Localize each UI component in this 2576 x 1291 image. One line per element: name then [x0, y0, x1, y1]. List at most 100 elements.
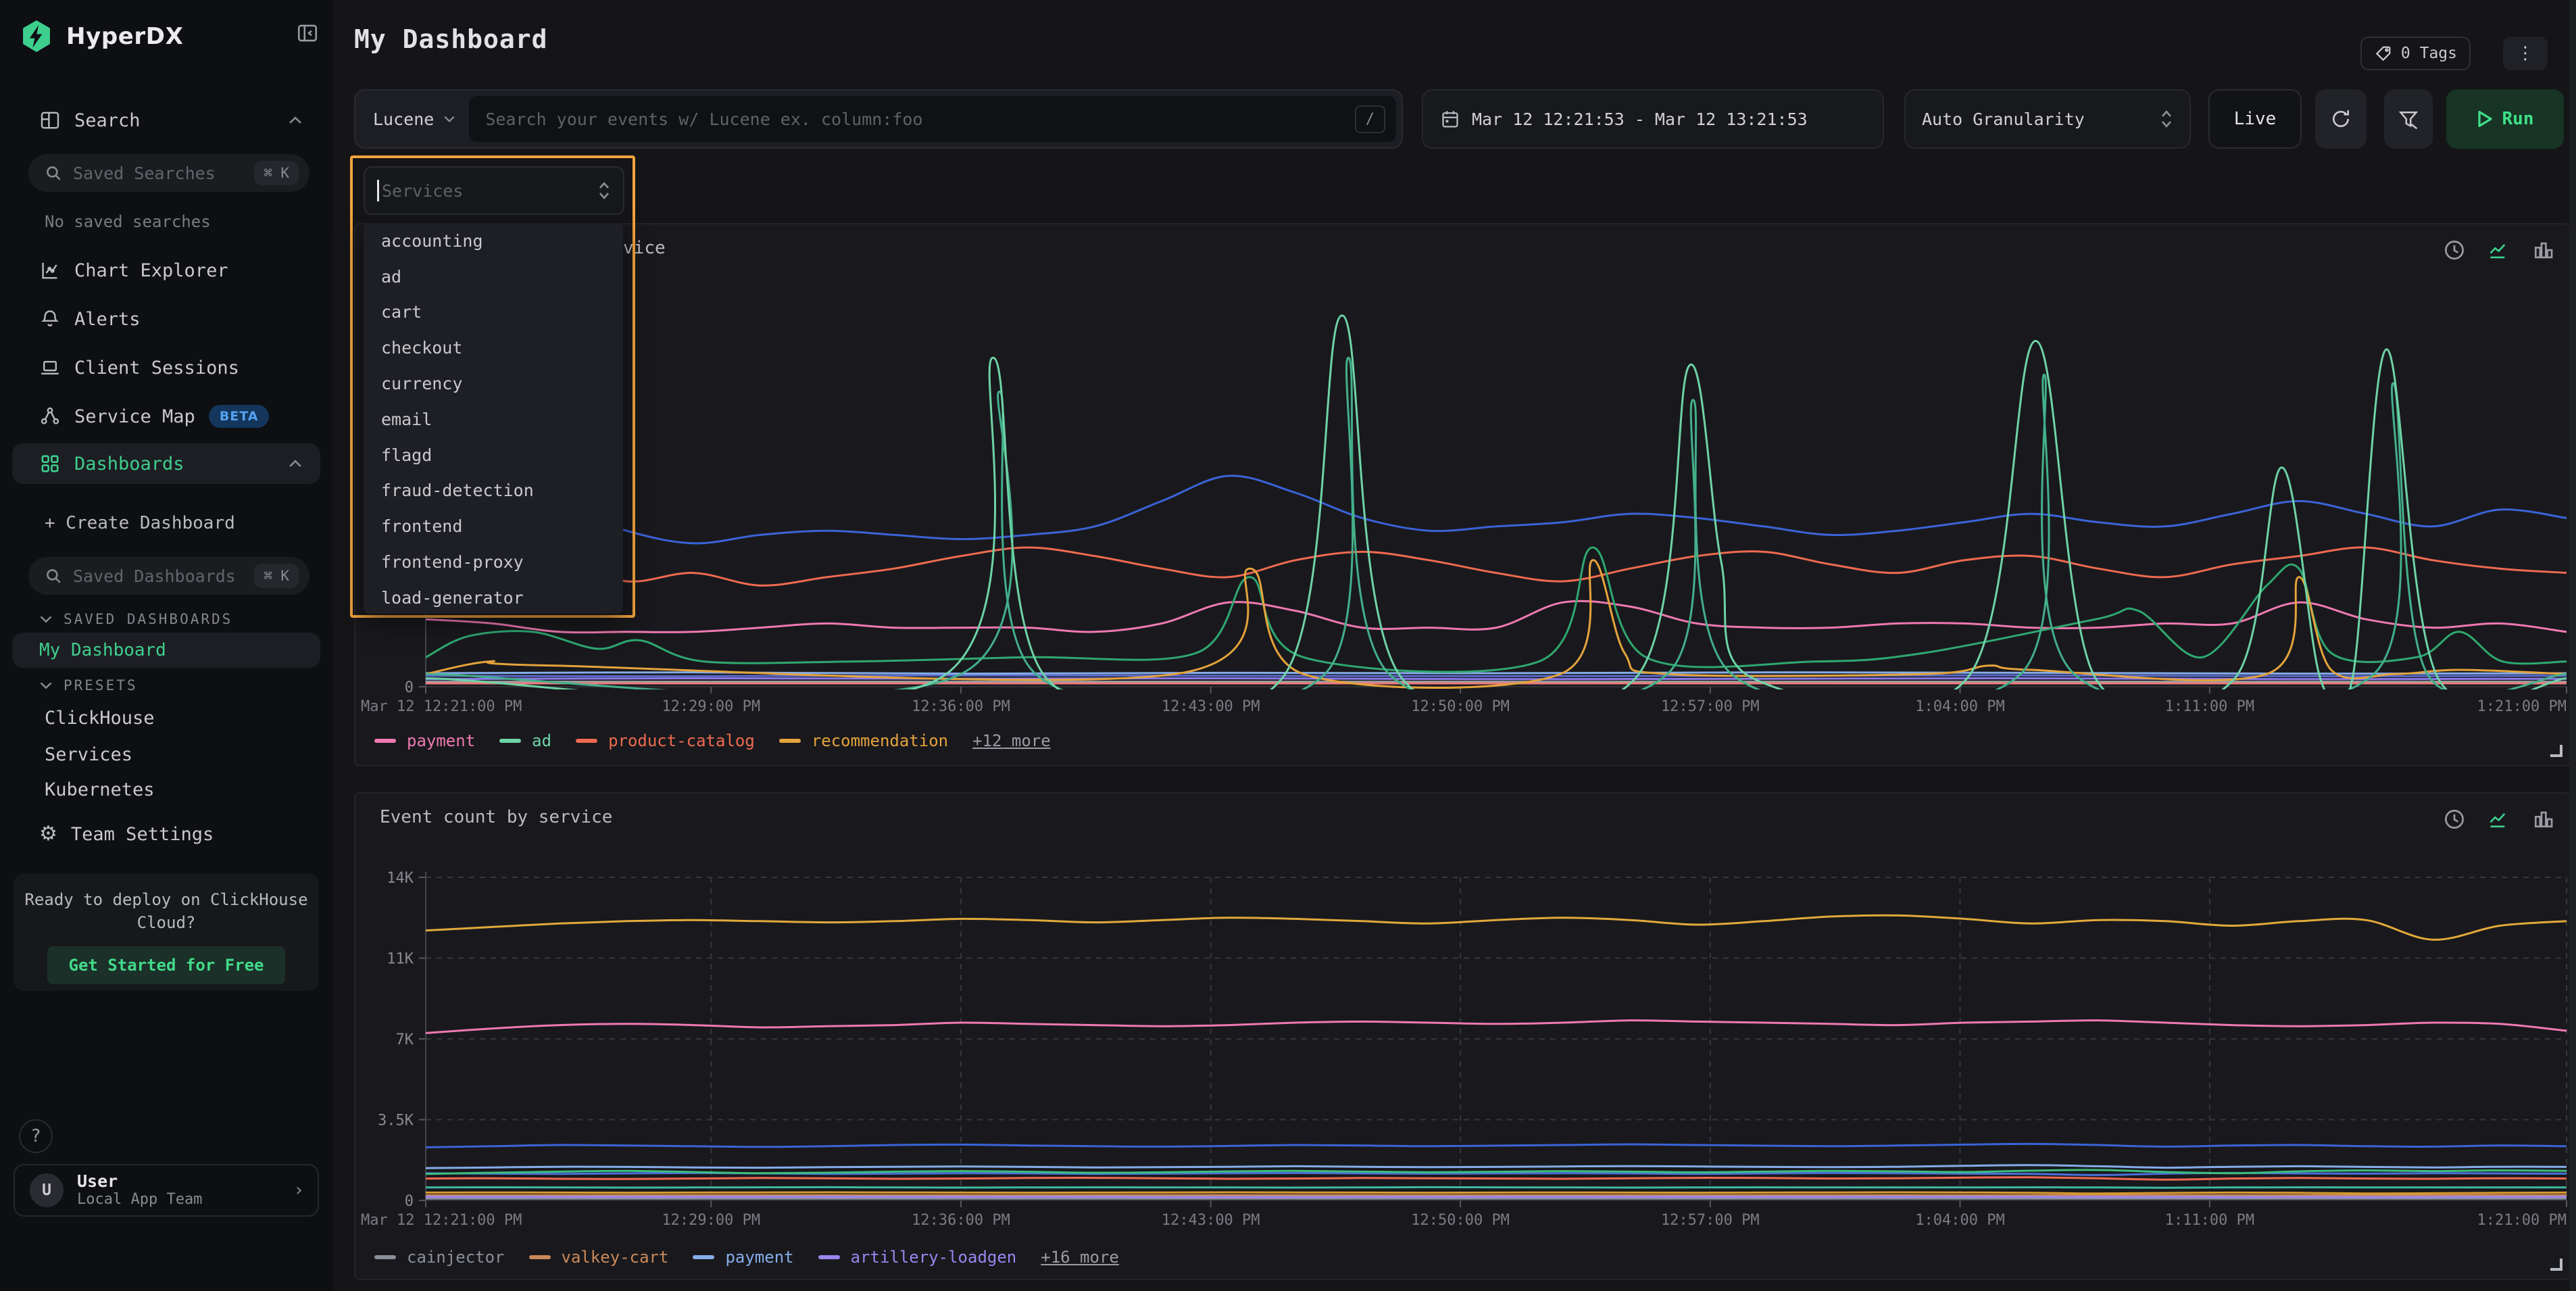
- svg-text:Mar 12 12:21:00 PM: Mar 12 12:21:00 PM: [361, 1212, 522, 1229]
- create-dashboard-button[interactable]: + Create Dashboard: [0, 503, 332, 543]
- granularity-select[interactable]: Auto Granularity: [1904, 89, 2191, 149]
- search-input-wrap: /: [469, 96, 1396, 142]
- sidebar-item-label: Service Map: [74, 406, 195, 427]
- svg-text:3.5K: 3.5K: [378, 1113, 414, 1129]
- service-option[interactable]: cart: [364, 295, 623, 331]
- svg-text:12:57:00 PM: 12:57:00 PM: [1661, 698, 1760, 715]
- bar-chart-icon-button[interactable]: [2531, 806, 2558, 833]
- resize-handle[interactable]: [2550, 745, 2562, 757]
- legend-more-link[interactable]: +16 more: [1041, 1248, 1119, 1267]
- date-range-picker[interactable]: Mar 12 12:21:53 - Mar 12 13:21:53: [1422, 89, 1884, 149]
- calendar-icon: [1441, 109, 1460, 129]
- sidebar-item-alerts[interactable]: Alerts: [0, 299, 332, 339]
- legend-item[interactable]: recommendation: [779, 731, 948, 750]
- query-language-select[interactable]: Lucene: [355, 109, 469, 129]
- chevron-up-icon: [288, 459, 303, 468]
- logo-row: HyperDX: [19, 18, 183, 55]
- chevron-right-icon: ›: [293, 1180, 304, 1200]
- legend-item[interactable]: payment: [374, 731, 475, 750]
- service-option[interactable]: fraud-detection: [364, 473, 623, 509]
- sidebar-item-search[interactable]: Search: [0, 100, 332, 141]
- section-title: PRESETS: [64, 677, 138, 693]
- service-option[interactable]: load-generator: [364, 580, 623, 614]
- section-presets[interactable]: PRESETS: [39, 677, 138, 693]
- legend-label: product-catalog: [608, 731, 755, 750]
- select-updown-icon: [2160, 108, 2173, 130]
- line-chart-icon-button[interactable]: [2487, 806, 2514, 833]
- search-input[interactable]: [469, 109, 1354, 129]
- laptop-icon: [39, 357, 61, 379]
- sidebar-item-team-settings[interactable]: ⚙ Team Settings: [0, 814, 332, 854]
- event-search-bar: Lucene /: [354, 89, 1403, 149]
- promo-text-line1: Ready to deploy on ClickHouse: [24, 890, 307, 909]
- time-range-icon-button[interactable]: [2442, 237, 2469, 264]
- section-saved-dashboards[interactable]: SAVED DASHBOARDS: [39, 611, 232, 627]
- service-option[interactable]: frontend-proxy: [364, 544, 623, 580]
- service-option[interactable]: flagd: [364, 437, 623, 473]
- preset-item-kubernetes[interactable]: Kubernetes: [0, 772, 332, 807]
- sidebar-item-label: Dashboards: [74, 454, 184, 474]
- no-saved-searches-text: No saved searches: [45, 212, 211, 231]
- dashboards-grid-icon: [39, 453, 61, 474]
- sidebar-item-dashboards[interactable]: Dashboards: [12, 443, 320, 484]
- legend-item[interactable]: product-catalog: [576, 731, 755, 750]
- line-chart[interactable]: 0Mar 12 12:21:00 PM12:29:00 PM12:36:00 P…: [355, 224, 2572, 768]
- user-menu[interactable]: U User Local App Team ›: [14, 1164, 319, 1217]
- legend-label: artillery-loadgen: [851, 1248, 1017, 1267]
- live-button[interactable]: Live: [2208, 89, 2302, 149]
- bar-chart-icon-button[interactable]: [2531, 237, 2558, 264]
- sidebar-item-service-map[interactable]: Service Map BETA: [0, 396, 332, 437]
- legend-item[interactable]: ad: [499, 731, 551, 750]
- preset-item-clickhouse[interactable]: ClickHouse: [0, 700, 332, 735]
- service-option[interactable]: email: [364, 401, 623, 437]
- chart-toolbar: [2442, 237, 2558, 264]
- run-button[interactable]: Run: [2446, 89, 2564, 149]
- search-panel-icon: [39, 109, 61, 131]
- time-range-icon-button[interactable]: [2442, 806, 2469, 833]
- legend-item[interactable]: cainjector: [374, 1248, 505, 1267]
- service-option[interactable]: accounting: [364, 223, 623, 259]
- line-chart[interactable]: 14K11K7K3.5K0Mar 12 12:21:00 PM12:29:00 …: [355, 794, 2572, 1282]
- svg-text:12:36:00 PM: 12:36:00 PM: [912, 698, 1010, 715]
- chevron-down-icon: [39, 614, 53, 624]
- resize-handle[interactable]: [2550, 1259, 2562, 1271]
- legend-item[interactable]: artillery-loadgen: [818, 1248, 1017, 1267]
- saved-searches-input[interactable]: Saved Searches ⌘ K: [28, 154, 309, 192]
- collapse-sidebar-button[interactable]: [296, 22, 319, 45]
- sidebar-item-chart-explorer[interactable]: Chart Explorer: [0, 250, 332, 291]
- service-option[interactable]: frontend: [364, 508, 623, 544]
- chart-explorer-icon: [39, 260, 61, 281]
- line-chart-icon-button[interactable]: [2487, 237, 2514, 264]
- question-mark-icon: ?: [30, 1126, 41, 1146]
- services-input[interactable]: Services: [364, 166, 624, 215]
- chart-card-event-count: Event count by service 14K11K7K3.5K0Mar …: [354, 792, 2571, 1280]
- service-option[interactable]: checkout: [364, 330, 623, 366]
- section-title: SAVED DASHBOARDS: [64, 611, 232, 627]
- legend-swatch: [499, 739, 521, 743]
- legend-item[interactable]: valkey-cart: [529, 1248, 669, 1267]
- legend-more-link[interactable]: +12 more: [972, 731, 1051, 750]
- tags-button[interactable]: 0 Tags: [2360, 36, 2471, 70]
- svg-text:12:29:00 PM: 12:29:00 PM: [662, 1212, 760, 1229]
- search-icon: [45, 164, 62, 182]
- shortcut-badge: ⌘ K: [254, 161, 299, 185]
- dashboard-menu-button[interactable]: ⋮: [2503, 36, 2548, 70]
- sidebar-item-client-sessions[interactable]: Client Sessions: [0, 347, 332, 388]
- svg-text:1:11:00 PM: 1:11:00 PM: [2165, 698, 2254, 715]
- saved-dashboard-item-my-dashboard[interactable]: My Dashboard: [12, 633, 320, 668]
- legend-swatch: [818, 1255, 840, 1259]
- service-option[interactable]: currency: [364, 366, 623, 401]
- refresh-button[interactable]: [2315, 89, 2367, 149]
- play-icon: [2477, 109, 2493, 128]
- date-range-value: Mar 12 12:21:53 - Mar 12 13:21:53: [1472, 109, 1808, 129]
- get-started-button[interactable]: Get Started for Free: [47, 946, 286, 984]
- bell-icon: [39, 308, 61, 330]
- chevron-down-icon: [443, 115, 455, 123]
- saved-dashboards-input[interactable]: Saved Dashboards ⌘ K: [28, 557, 309, 595]
- svg-text:0: 0: [405, 1193, 414, 1210]
- filter-button[interactable]: [2384, 89, 2433, 149]
- service-option[interactable]: ad: [364, 259, 623, 295]
- legend-item[interactable]: payment: [693, 1248, 793, 1267]
- preset-item-services[interactable]: Services: [0, 737, 332, 772]
- help-button[interactable]: ?: [19, 1119, 53, 1153]
